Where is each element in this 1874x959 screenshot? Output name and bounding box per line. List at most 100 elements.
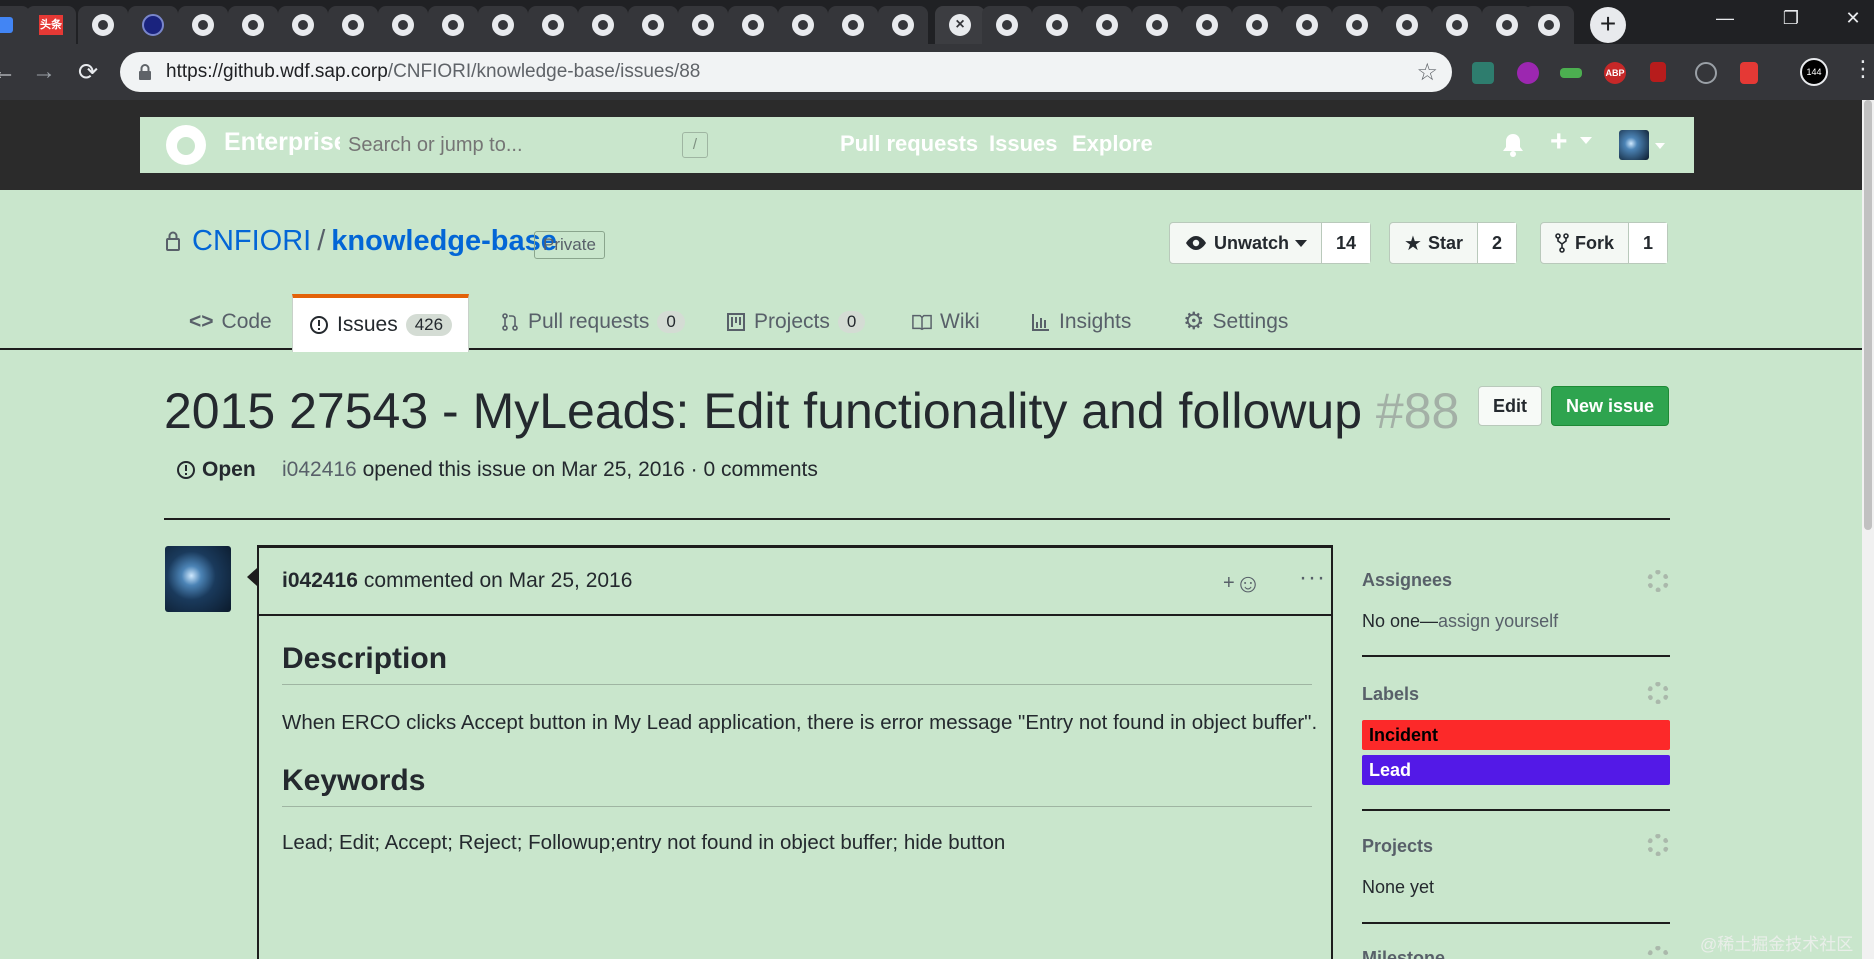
issue-author-link[interactable]: i042416: [282, 458, 357, 481]
enterprise-brand[interactable]: Enterprise: [224, 128, 348, 157]
close-tab-icon[interactable]: ×: [949, 14, 971, 36]
label-lead[interactable]: Lead: [1362, 755, 1670, 785]
clock-extension-icon[interactable]: [1695, 62, 1717, 84]
browser-tab[interactable]: [982, 6, 1032, 44]
browser-tab[interactable]: [478, 6, 528, 44]
browser-tab[interactable]: [128, 6, 178, 44]
edit-title-button[interactable]: Edit: [1478, 386, 1542, 426]
browser-tab[interactable]: [1524, 6, 1574, 44]
book-icon: [912, 314, 932, 331]
nav-explore[interactable]: Explore: [1072, 131, 1153, 157]
browser-tab[interactable]: [578, 6, 628, 44]
assign-yourself-link[interactable]: assign yourself: [1438, 611, 1558, 631]
browser-tab[interactable]: [1232, 6, 1282, 44]
new-issue-button[interactable]: New issue: [1551, 386, 1669, 426]
comment-author-link[interactable]: i042416: [282, 569, 358, 593]
tab-insights[interactable]: Insights: [1015, 294, 1147, 350]
forks-count[interactable]: 1: [1629, 223, 1668, 263]
browser-tab[interactable]: [628, 6, 678, 44]
download-extension-icon[interactable]: [1650, 62, 1666, 82]
labels-title[interactable]: Labels: [1362, 684, 1419, 705]
lock-icon: [139, 64, 151, 80]
browser-tab[interactable]: [278, 6, 328, 44]
url-text: https://github.wdf.sap.corp/CNFIORI/know…: [166, 61, 701, 82]
browser-tab[interactable]: [1432, 6, 1482, 44]
assignees-title[interactable]: Assignees: [1362, 570, 1452, 591]
milestone-title[interactable]: Milestone: [1362, 948, 1445, 959]
browser-tab[interactable]: [178, 6, 228, 44]
github-logo-icon[interactable]: [166, 125, 206, 165]
address-bar[interactable]: https://github.wdf.sap.corp/CNFIORI/know…: [120, 52, 1452, 92]
new-tab-button[interactable]: +: [1590, 7, 1626, 43]
header-search[interactable]: /: [340, 120, 720, 170]
chevron-down-icon[interactable]: [1655, 143, 1665, 149]
labels-gear-icon[interactable]: [1647, 682, 1669, 704]
nav-issues[interactable]: Issues: [989, 131, 1058, 157]
tab-wiki[interactable]: Wiki: [896, 294, 996, 350]
profile-extension-icon[interactable]: 144: [1800, 58, 1828, 86]
nav-pull-requests[interactable]: Pull requests: [840, 131, 978, 157]
comment-options-button[interactable]: ···: [1299, 564, 1326, 592]
watchers-count[interactable]: 14: [1322, 223, 1371, 263]
tab-settings[interactable]: ⚙ Settings: [1167, 294, 1304, 350]
forward-icon[interactable]: →: [28, 58, 60, 86]
browser-tab[interactable]: [328, 6, 378, 44]
bookmark-star-icon[interactable]: ☆: [1416, 58, 1438, 87]
github-icon: [842, 14, 864, 36]
browser-tab[interactable]: [678, 6, 728, 44]
minimize-icon[interactable]: —: [1705, 8, 1745, 29]
chevron-down-icon[interactable]: [1580, 137, 1592, 144]
restore-icon[interactable]: ❐: [1771, 8, 1811, 29]
adblock-icon[interactable]: ABP: [1604, 62, 1626, 84]
browser-tab[interactable]: [78, 6, 128, 44]
browser-tab[interactable]: [1282, 6, 1332, 44]
repo-name-link[interactable]: knowledge-base: [331, 225, 557, 257]
browser-tab[interactable]: [1132, 6, 1182, 44]
repo-owner-link[interactable]: CNFIORI: [192, 225, 311, 257]
browser-tab[interactable]: [828, 6, 878, 44]
tab-projects[interactable]: Projects 0: [710, 294, 881, 350]
projects-title[interactable]: Projects: [1362, 836, 1433, 857]
browser-tab-active[interactable]: ×: [935, 6, 985, 44]
browser-tab[interactable]: [1382, 6, 1432, 44]
browser-tab[interactable]: [228, 6, 278, 44]
bell-icon[interactable]: [1502, 132, 1524, 158]
browser-tab[interactable]: [778, 6, 828, 44]
tab-pull-requests[interactable]: Pull requests 0: [484, 294, 701, 350]
browser-tab[interactable]: [1332, 6, 1382, 44]
projects-gear-icon[interactable]: [1647, 834, 1669, 856]
tab-code[interactable]: <> Code: [173, 294, 288, 350]
browser-tab[interactable]: [1182, 6, 1232, 44]
back-icon[interactable]: ←: [0, 58, 20, 86]
create-new-icon[interactable]: +: [1550, 125, 1568, 159]
browser-tab[interactable]: [878, 6, 928, 44]
label-incident[interactable]: Incident: [1362, 720, 1670, 750]
unwatch-button[interactable]: Unwatch: [1170, 223, 1323, 263]
browser-tab[interactable]: [428, 6, 478, 44]
comment-timestamp[interactable]: commented on Mar 25, 2016: [364, 569, 633, 593]
book-extension-icon[interactable]: [1740, 62, 1758, 84]
assignees-gear-icon[interactable]: [1647, 570, 1669, 592]
browser-tab[interactable]: [528, 6, 578, 44]
star-button[interactable]: ★ Star: [1390, 223, 1478, 263]
fork-button[interactable]: Fork: [1541, 223, 1630, 263]
browser-tab[interactable]: [1032, 6, 1082, 44]
scrollbar-thumb[interactable]: [1864, 100, 1872, 530]
reload-icon[interactable]: ⟳: [72, 58, 104, 87]
search-input[interactable]: [348, 132, 678, 158]
tab-issues[interactable]: Issues 426: [292, 294, 470, 352]
close-window-icon[interactable]: ✕: [1833, 8, 1873, 29]
user-avatar[interactable]: [1619, 130, 1649, 160]
color-extension-icon[interactable]: [1517, 62, 1539, 84]
browser-tab[interactable]: [378, 6, 428, 44]
menu-dots-icon[interactable]: ⋮: [1852, 56, 1874, 82]
link-extension-icon[interactable]: [1560, 68, 1582, 78]
browser-tab[interactable]: [1082, 6, 1132, 44]
comment-author-avatar[interactable]: [165, 546, 231, 612]
browser-tab[interactable]: 头条: [26, 6, 76, 44]
screen-extension-icon[interactable]: [1472, 62, 1494, 84]
stargazers-count[interactable]: 2: [1477, 223, 1516, 263]
browser-tab[interactable]: [728, 6, 778, 44]
milestone-gear-icon[interactable]: [1647, 946, 1669, 959]
add-reaction-button[interactable]: +☺: [1223, 568, 1261, 599]
